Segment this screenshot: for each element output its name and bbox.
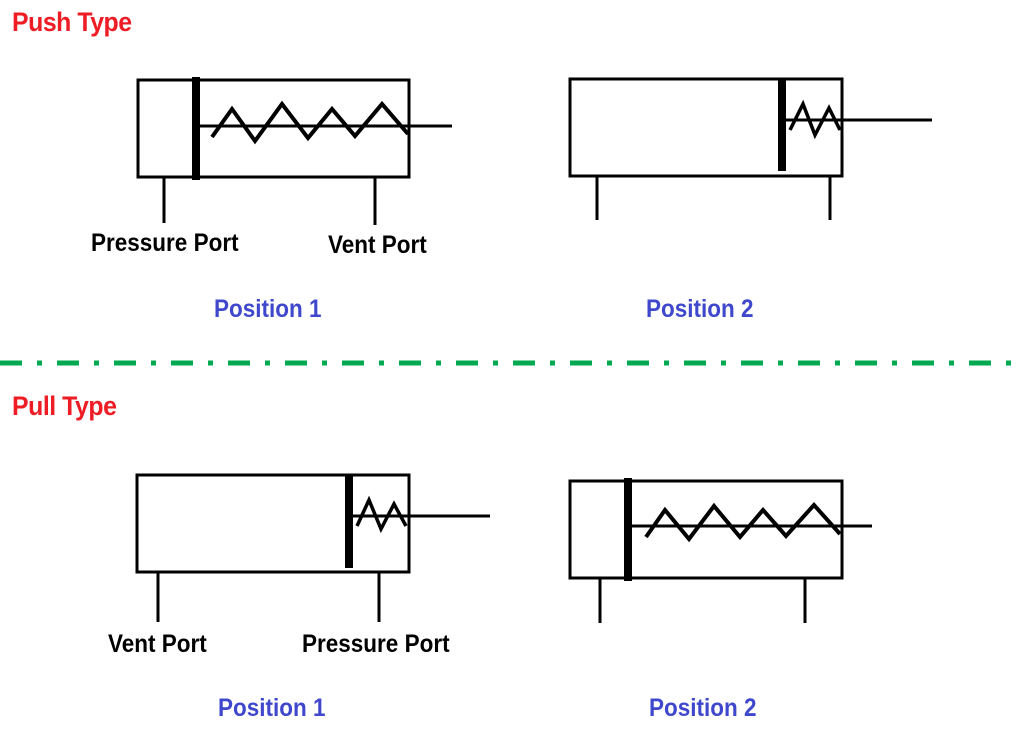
cylinder-push-position-2: [568, 77, 932, 220]
section-title-push: Push Type: [12, 7, 132, 37]
cylinder-body: [136, 78, 411, 179]
position-label: Position 2: [646, 295, 754, 323]
cylinder-pull-position-1: [135, 473, 490, 622]
cylinder-body: [568, 479, 844, 580]
cylinder-push-position-1: [136, 77, 452, 225]
cylinder-pull-position-2: [568, 478, 872, 623]
port-label-vent: Vent Port: [108, 630, 207, 658]
cylinder-body: [568, 77, 844, 178]
port-label-vent: Vent Port: [328, 231, 427, 259]
spring: [210, 100, 410, 145]
position-label: Position 1: [214, 295, 322, 323]
position-label: Position 1: [218, 694, 326, 722]
spring: [644, 502, 842, 543]
position-label: Position 2: [649, 694, 757, 722]
cylinder-body: [135, 473, 411, 574]
section-title-pull: Pull Type: [12, 391, 117, 421]
port-label-pressure: Pressure Port: [91, 229, 239, 257]
port-label-pressure: Pressure Port: [302, 630, 450, 658]
